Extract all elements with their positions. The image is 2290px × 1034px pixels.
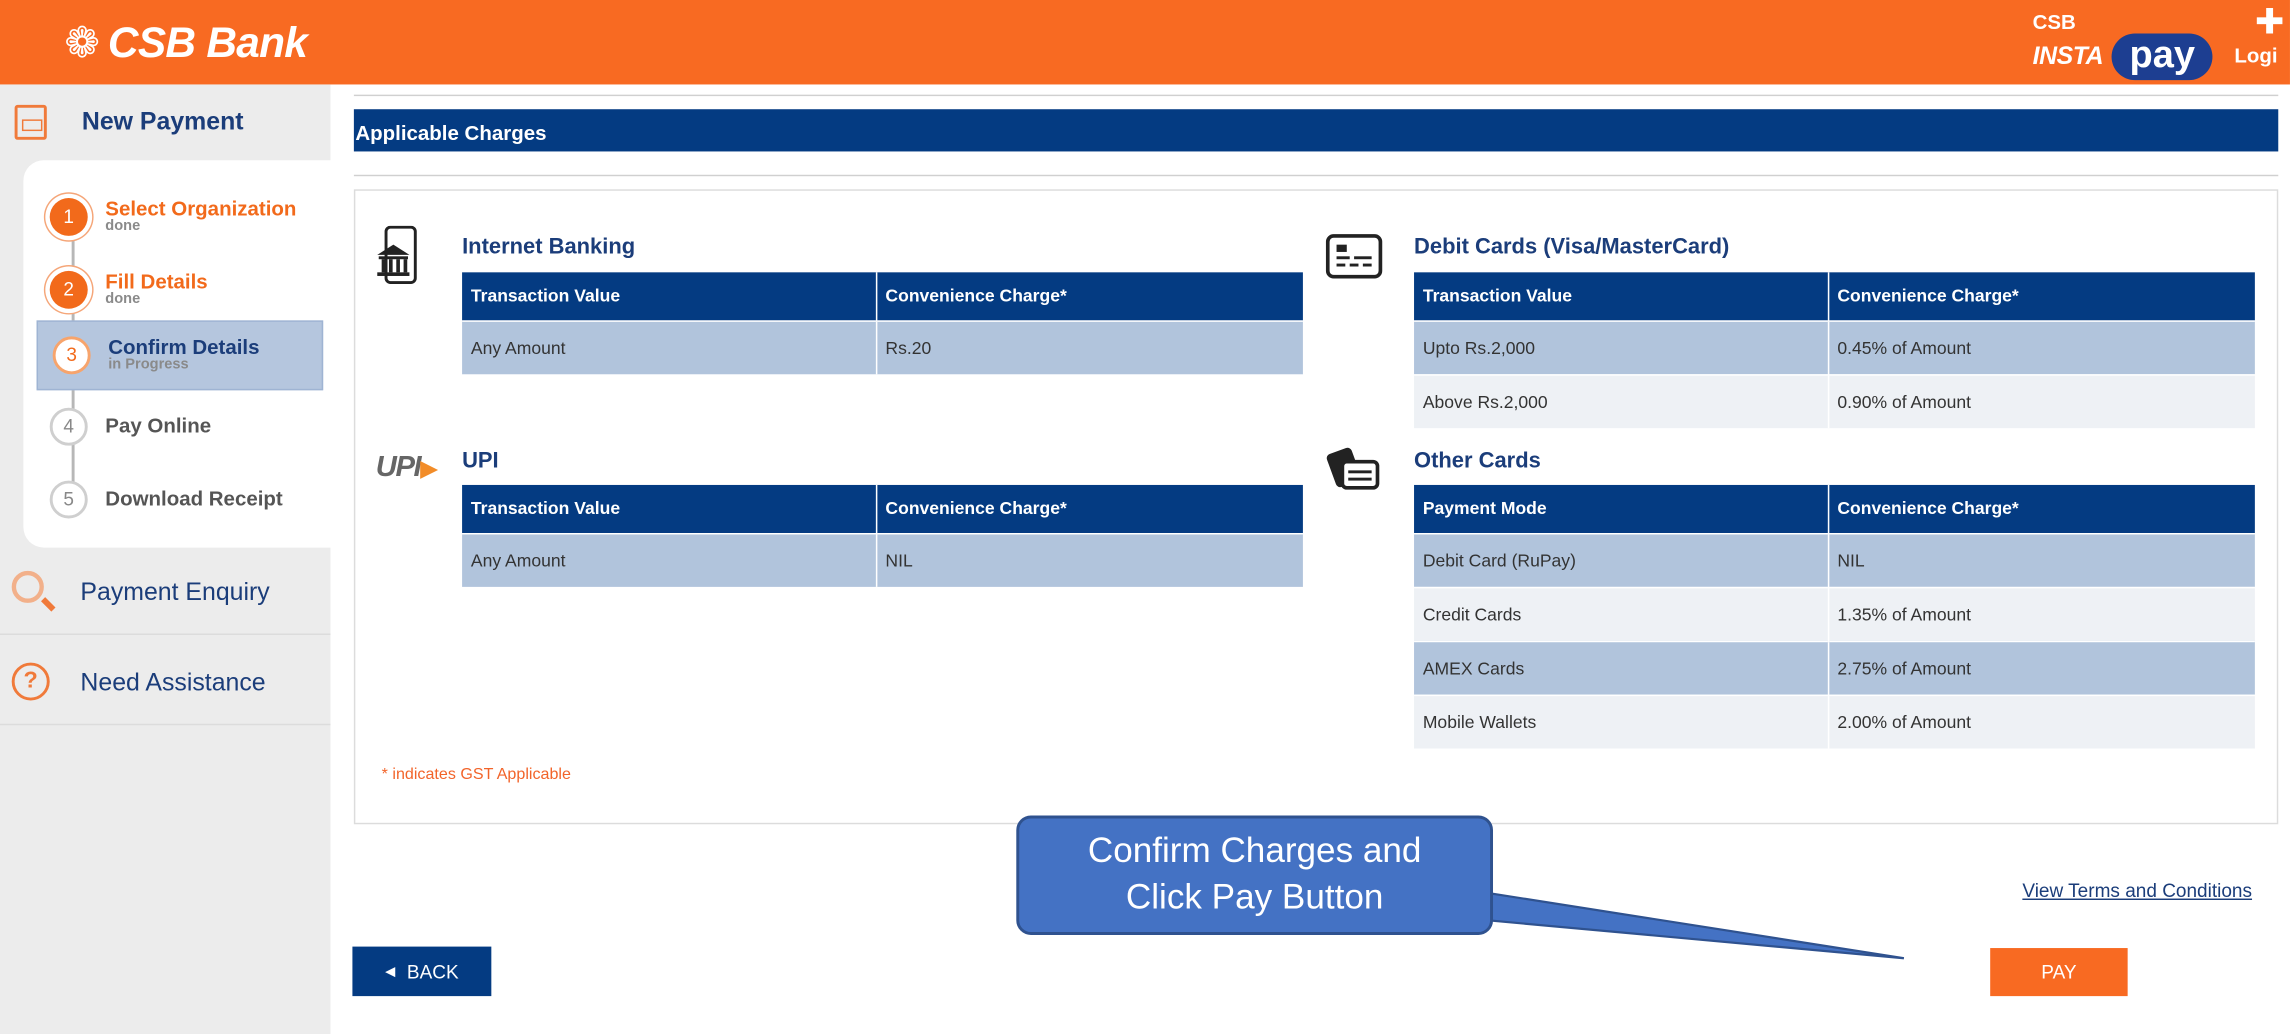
- page: ❁ CSB Bank CSB INSTA pay ✚ Logi New Payme…: [0, 0, 2290, 1034]
- callout-annotation: Confirm Charges and Click Pay Button: [1016, 815, 1494, 935]
- callout-line-1: Confirm Charges and: [1087, 831, 1422, 871]
- callout-line-2: Click Pay Button: [1125, 878, 1384, 918]
